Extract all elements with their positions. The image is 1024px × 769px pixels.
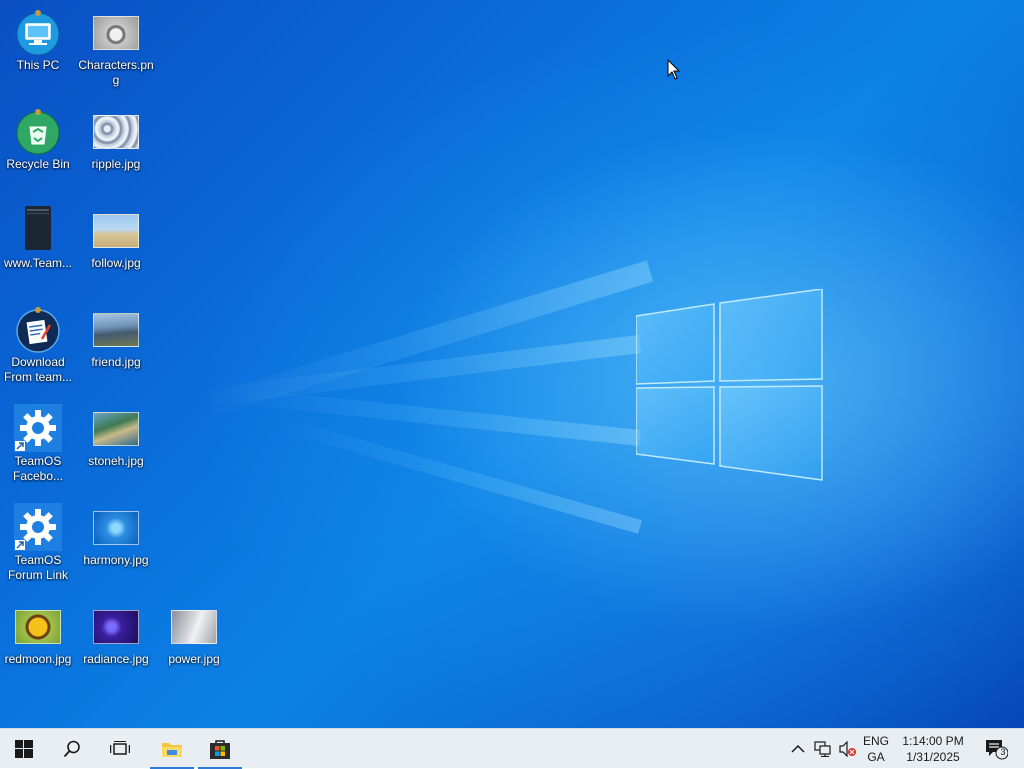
image-thumbnail <box>92 503 140 551</box>
desktop-icon-ripple-jpg[interactable]: ripple.jpg <box>78 107 154 172</box>
image-thumbnail <box>92 602 140 650</box>
desktop-icon-teamos-facebook[interactable]: TeamOS Facebo... <box>0 404 76 484</box>
settings-shortcut-icon <box>14 503 62 551</box>
image-thumbnail <box>92 305 140 353</box>
input-language-button[interactable]: ENG GA <box>858 729 894 769</box>
microsoft-store-button[interactable] <box>196 729 244 769</box>
file-explorer-button[interactable] <box>148 729 196 769</box>
icon-label: power.jpg <box>168 652 220 666</box>
windows-logo-wallpaper <box>636 289 823 481</box>
desktop-icon-this-pc[interactable]: This PC <box>0 8 76 73</box>
clock-time: 1:14:00 PM <box>902 734 964 748</box>
windows-start-icon <box>15 740 33 758</box>
icon-label: TeamOS Facebo... <box>12 454 64 483</box>
search-icon <box>63 740 80 758</box>
clock-button[interactable]: 1:14:00 PM 1/31/2025 <box>898 729 968 769</box>
desktop-icon-power-jpg[interactable]: power.jpg <box>156 602 232 667</box>
icon-label: Recycle Bin <box>6 157 70 171</box>
download-icon <box>14 305 62 353</box>
icon-label: stoneh.jpg <box>88 454 144 468</box>
mouse-cursor-icon <box>667 59 681 80</box>
start-button[interactable] <box>0 729 48 769</box>
show-hidden-icons-button[interactable] <box>786 729 810 769</box>
clock-date: 1/31/2025 <box>906 750 960 764</box>
desktop-icon-redmoon[interactable]: redmoon.jpg <box>0 602 76 667</box>
desktop-icon-www-team[interactable]: www.Team... <box>0 206 76 271</box>
icon-label: TeamOS Forum Link <box>7 553 69 582</box>
desktop-icon-radiance-jpg[interactable]: radiance.jpg <box>78 602 154 667</box>
image-thumbnail <box>170 602 218 650</box>
task-view-button[interactable] <box>96 729 144 769</box>
icon-label: redmoon.jpg <box>4 652 72 666</box>
desktop-icon-characters-png[interactable]: Characters.png <box>78 8 154 88</box>
desktop-icon-recycle-bin[interactable]: Recycle Bin <box>0 107 76 172</box>
image-thumbnail <box>92 8 140 56</box>
desktop[interactable]: This PC Recycle Bin www.Team... Download… <box>0 0 1024 728</box>
volume-muted-icon <box>839 741 856 757</box>
icon-label: radiance.jpg <box>83 652 149 666</box>
network-icon <box>814 741 831 757</box>
icon-label: Download From team... <box>3 355 72 384</box>
search-button[interactable] <box>48 729 96 769</box>
desktop-icon-follow-jpg[interactable]: follow.jpg <box>78 206 154 271</box>
icon-label: www.Team... <box>3 256 72 270</box>
keyboard-layout-code: GA <box>867 750 885 764</box>
icon-label: Characters.png <box>78 58 154 87</box>
desktop-icon-download-from-team[interactable]: Download From team... <box>0 305 76 385</box>
icon-label: This PC <box>16 58 60 72</box>
image-thumbnail <box>92 206 140 254</box>
desktop-icon-harmony-jpg[interactable]: harmony.jpg <box>78 503 154 568</box>
desktop-icon-teamos-forum-link[interactable]: TeamOS Forum Link <box>0 503 76 583</box>
image-thumbnail <box>14 602 62 650</box>
image-thumbnail <box>92 107 140 155</box>
recycle-bin-icon <box>14 107 62 155</box>
taskbar: ENG GA 1:14:00 PM 1/31/2025 3 <box>0 728 1024 769</box>
task-view-icon <box>110 741 130 755</box>
icon-label: friend.jpg <box>91 355 141 369</box>
desktop-icon-stoneh-jpg[interactable]: stoneh.jpg <box>78 404 154 469</box>
file-icon <box>14 206 62 254</box>
notification-count-badge: 3 <box>1000 747 1006 757</box>
action-center-button[interactable]: 3 <box>976 729 1016 769</box>
language-code: ENG <box>862 734 889 748</box>
icon-label: harmony.jpg <box>83 553 149 567</box>
chevron-up-icon <box>791 744 805 753</box>
computer-icon <box>14 8 62 56</box>
volume-button[interactable] <box>836 729 860 769</box>
image-thumbnail <box>92 404 140 452</box>
desktop-icon-friend-jpg[interactable]: friend.jpg <box>78 305 154 370</box>
settings-shortcut-icon <box>14 404 62 452</box>
network-button[interactable] <box>810 729 836 769</box>
folder-icon <box>162 743 182 757</box>
icon-label: follow.jpg <box>91 256 141 270</box>
light-beam <box>231 387 641 446</box>
store-icon <box>210 740 230 759</box>
icon-label: ripple.jpg <box>91 157 141 171</box>
